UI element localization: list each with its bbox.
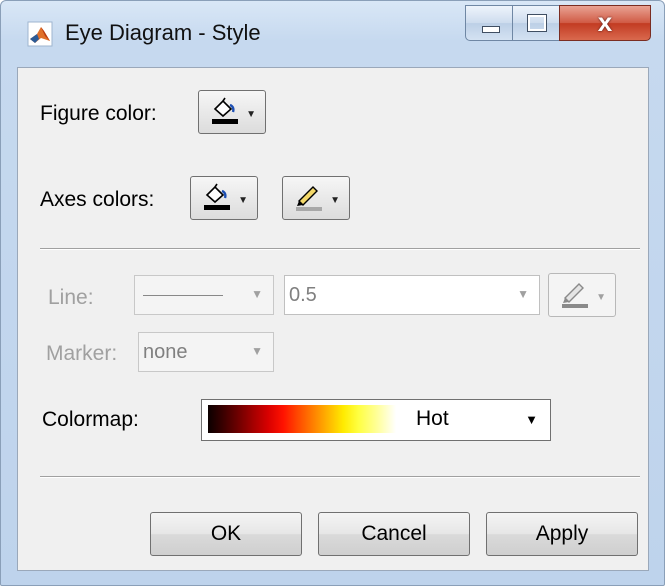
close-icon: x xyxy=(597,7,613,37)
dropdown-arrow-icon: ▼ xyxy=(596,292,606,303)
colormap-value: Hot xyxy=(416,407,449,430)
minimize-icon xyxy=(482,26,500,33)
dropdown-arrow-icon: ▼ xyxy=(251,287,263,301)
dropdown-arrow-icon: ▼ xyxy=(251,344,263,358)
paint-bucket-icon xyxy=(204,183,230,210)
apply-button[interactable]: Apply xyxy=(486,512,638,556)
line-label: Line: xyxy=(48,286,94,309)
maximize-icon xyxy=(527,14,547,32)
dropdown-arrow-icon: ▼ xyxy=(517,287,529,301)
separator xyxy=(40,248,640,250)
axes-fill-color-button[interactable]: ▼ xyxy=(190,176,258,220)
window-title: Eye Diagram - Style xyxy=(65,20,261,45)
pen-icon xyxy=(296,186,322,211)
paint-bucket-icon xyxy=(212,97,238,124)
ok-button[interactable]: OK xyxy=(150,512,302,556)
line-width-dropdown[interactable]: 0.5 ▼ xyxy=(284,275,540,315)
figure-color-button[interactable]: ▼ xyxy=(198,90,266,134)
dropdown-arrow-icon: ▼ xyxy=(330,195,340,206)
line-style-sample xyxy=(143,295,223,296)
dialog-window: Eye Diagram - Style x Figure color: ▼ Ax… xyxy=(0,0,665,586)
axes-colors-label: Axes colors: xyxy=(40,188,155,211)
minimize-button[interactable] xyxy=(465,5,513,41)
dialog-body: Figure color: ▼ Axes colors: ▼ ▼ Line: ▼… xyxy=(17,67,649,571)
maximize-button[interactable] xyxy=(512,5,560,41)
pen-icon xyxy=(562,283,588,308)
separator xyxy=(40,476,640,478)
line-style-dropdown[interactable]: ▼ xyxy=(134,275,274,315)
colormap-dropdown[interactable]: Hot ▼ xyxy=(201,399,551,441)
title-bar[interactable]: Eye Diagram - Style x xyxy=(1,1,664,67)
line-width-value: 0.5 xyxy=(289,284,317,306)
dropdown-arrow-icon: ▼ xyxy=(238,195,248,206)
marker-dropdown[interactable]: none ▼ xyxy=(138,332,274,372)
colormap-gradient-swatch xyxy=(208,405,396,433)
marker-label: Marker: xyxy=(46,342,118,365)
cancel-button[interactable]: Cancel xyxy=(318,512,470,556)
figure-color-label: Figure color: xyxy=(40,102,157,125)
dropdown-arrow-icon: ▼ xyxy=(525,412,538,427)
marker-value: none xyxy=(143,341,188,363)
dropdown-arrow-icon: ▼ xyxy=(246,109,256,120)
colormap-label: Colormap: xyxy=(42,408,139,431)
line-color-button[interactable]: ▼ xyxy=(548,273,616,317)
matlab-logo-icon xyxy=(27,21,53,47)
close-button[interactable]: x xyxy=(559,5,651,41)
axes-line-color-button[interactable]: ▼ xyxy=(282,176,350,220)
